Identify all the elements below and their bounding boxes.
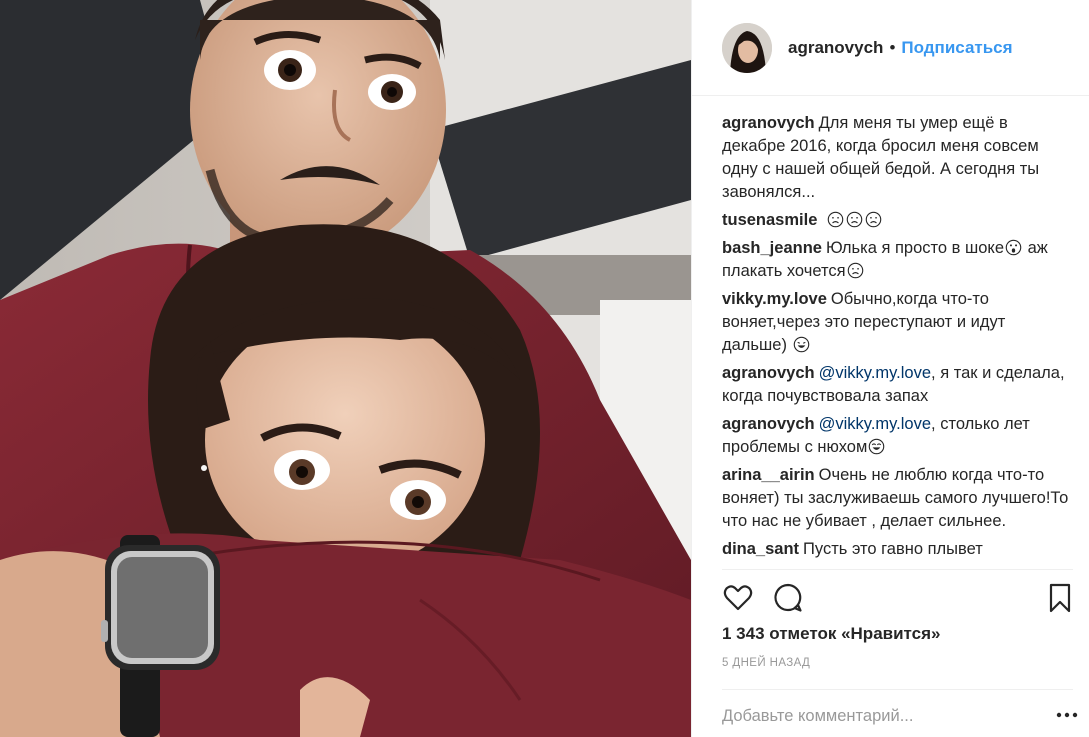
post-photo[interactable] — [0, 0, 691, 737]
likes-count[interactable]: 1 343 отметок «Нравится» — [722, 624, 940, 644]
comment-item: agranovych @vikky.my.love, я так и сделал… — [722, 362, 1074, 408]
comment-username[interactable]: agranovych — [722, 415, 815, 433]
comments-list[interactable]: agranovych Для меня ты умер ещё в декабре… — [722, 112, 1074, 569]
comment-text: Пусть это гавно плывет — [803, 540, 983, 558]
comment-username[interactable]: agranovych — [722, 114, 815, 132]
comment-item: vikky.my.love Обычно,когда что-то воняет,… — [722, 288, 1074, 357]
action-bar — [722, 582, 1074, 616]
bookmark-icon — [1049, 583, 1071, 613]
instagram-post: agranovych • Подписаться agranovych Для м… — [0, 0, 1089, 737]
comment-username[interactable]: tusenasmile — [722, 211, 817, 229]
comment-item: bash_jeanne Юлька я просто в шоке аж плак… — [722, 237, 1074, 283]
comment-username[interactable]: bash_jeanne — [722, 239, 822, 257]
comment-username[interactable]: arina__airin — [722, 466, 815, 484]
heart-outline-icon — [723, 585, 753, 611]
header-username[interactable]: agranovych — [788, 38, 883, 58]
sad-face-icon — [846, 211, 863, 228]
avatar[interactable] — [722, 22, 772, 73]
comment-item: arina__airin Очень не люблю когда что-то … — [722, 464, 1074, 533]
selfie-photo — [0, 0, 691, 737]
follow-button[interactable]: Подписаться — [901, 38, 1012, 58]
like-button[interactable] — [722, 582, 754, 614]
comment-button[interactable] — [772, 582, 804, 614]
sad-face-icon — [847, 262, 863, 279]
comment-username[interactable]: vikky.my.love — [722, 290, 827, 308]
post-header: agranovych • Подписаться — [692, 0, 1089, 96]
more-options-icon[interactable] — [1056, 711, 1078, 719]
divider — [722, 569, 1073, 570]
avatar-image — [722, 22, 772, 73]
post-sidebar: agranovych • Подписаться agranovych Для м… — [691, 0, 1089, 737]
comment-item: agranovych @vikky.my.love, столько лет пр… — [722, 413, 1074, 459]
comment-username[interactable]: agranovych — [722, 364, 815, 382]
comment-item: tusenasmile — [722, 209, 1074, 232]
add-comment-input[interactable] — [722, 703, 1042, 729]
comment-mention[interactable]: @vikky.my.love — [819, 415, 931, 433]
comment-caption: agranovych Для меня ты умер ещё в декабре… — [722, 112, 1074, 204]
save-button[interactable] — [1044, 582, 1076, 614]
laugh-face-icon — [869, 438, 885, 455]
sad-face-icon — [827, 211, 844, 228]
shocked-face-icon — [1005, 239, 1022, 256]
speech-bubble-icon — [774, 583, 802, 612]
comment-username[interactable]: dina_sant — [722, 540, 799, 558]
post-date[interactable]: 5 ДНЕЙ НАЗАД — [722, 657, 810, 669]
sad-face-icon — [865, 211, 882, 228]
grin-face-icon — [793, 336, 809, 353]
comment-text: Юлька я просто в шоке — [825, 239, 1004, 257]
header-separator: • — [889, 37, 896, 57]
divider — [722, 689, 1073, 690]
comment-mention[interactable]: @vikky.my.love — [819, 364, 931, 382]
comment-item: dina_sant Пусть это гавно плывет — [722, 538, 1074, 561]
